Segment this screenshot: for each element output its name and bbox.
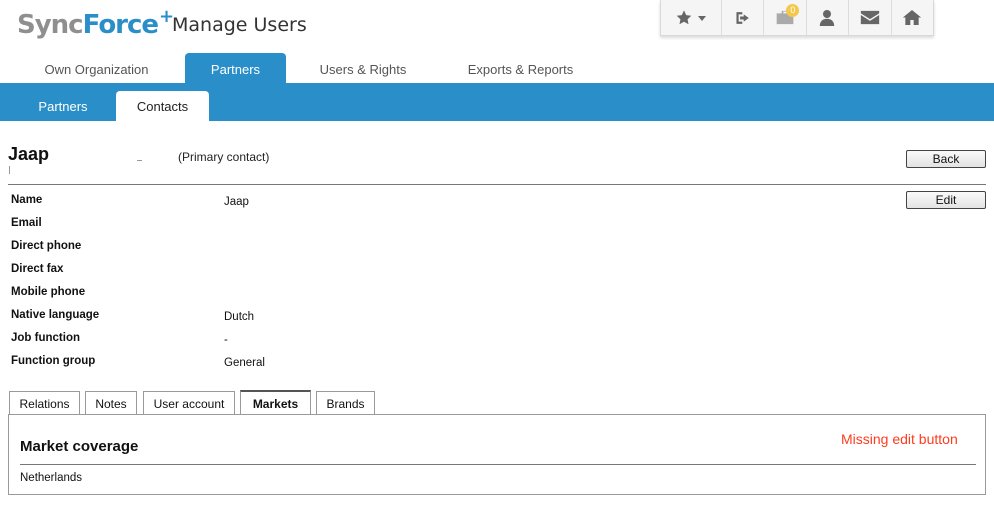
tab-relations[interactable]: Relations <box>9 391 80 414</box>
home-icon <box>903 10 922 25</box>
star-icon <box>676 10 692 25</box>
field-label-email: Email <box>11 217 42 229</box>
tab-own-organization[interactable]: Own Organization <box>28 53 165 83</box>
field-label-direct-fax: Direct fax <box>11 263 64 275</box>
field-label-direct-phone: Direct phone <box>11 240 82 252</box>
tab-exports-reports[interactable]: Exports & Reports <box>451 53 590 83</box>
home-button[interactable] <box>890 0 933 35</box>
tab-notes[interactable]: Notes <box>85 391 137 414</box>
chevron-down-icon <box>698 15 706 21</box>
field-value-function-group: General <box>224 357 265 369</box>
tab-partners[interactable]: Partners <box>185 53 286 83</box>
tab-users-rights[interactable]: Users & Rights <box>305 53 421 83</box>
logo-sync-text: Sync <box>17 10 84 40</box>
header-divider <box>8 184 986 185</box>
field-value-name: Jaap <box>224 196 249 208</box>
underscore-mark <box>137 160 142 161</box>
field-label-mobile-phone: Mobile phone <box>11 286 86 298</box>
back-button[interactable]: Back <box>906 150 986 168</box>
notification-badge: 0 <box>786 4 800 17</box>
markets-panel: Market coverage Missing edit button Neth… <box>8 414 986 495</box>
favorites-button[interactable] <box>661 0 721 35</box>
logout-icon <box>736 11 749 24</box>
logo-force-text: Force <box>82 10 159 40</box>
market-coverage-title: Market coverage <box>20 438 139 455</box>
tab-markets[interactable]: Markets <box>240 390 311 414</box>
panel-divider <box>20 464 976 465</box>
field-label-native-language: Native language <box>11 309 100 321</box>
top-toolbar: 0 <box>660 0 934 36</box>
primary-contact-label: (Primary contact) <box>178 150 270 164</box>
market-value: Netherlands <box>20 472 83 484</box>
main-tabs: Own Organization Partners Users & Rights… <box>0 53 994 83</box>
field-value-job-function: - <box>224 334 228 346</box>
contact-name: Jaap <box>8 144 50 164</box>
messages-button[interactable] <box>848 0 890 35</box>
briefcase-button[interactable]: 0 <box>763 0 805 35</box>
app-title: Manage Users <box>172 14 307 36</box>
tab-brands[interactable]: Brands <box>316 391 375 414</box>
tab-user-account[interactable]: User account <box>143 391 235 414</box>
field-label-function-group: Function group <box>11 355 96 367</box>
subtab-partners[interactable]: Partners <box>20 91 106 121</box>
user-icon <box>820 9 835 26</box>
field-label-job-function: Job function <box>11 332 80 344</box>
edit-button[interactable]: Edit <box>906 191 986 209</box>
app-header: SyncForce+ Manage Users 0 <box>0 0 994 53</box>
field-label-name: Name <box>11 194 43 206</box>
text-cursor-mark <box>9 166 10 174</box>
envelope-icon <box>860 10 880 25</box>
profile-button[interactable] <box>805 0 848 35</box>
field-value-native-language: Dutch <box>224 311 255 323</box>
missing-edit-annotation: Missing edit button <box>841 431 958 447</box>
syncforce-logo[interactable]: SyncForce+ <box>17 6 174 40</box>
sub-navigation: Partners Contacts <box>0 83 994 121</box>
logout-button[interactable] <box>721 0 763 35</box>
subtab-contacts[interactable]: Contacts <box>116 91 209 121</box>
